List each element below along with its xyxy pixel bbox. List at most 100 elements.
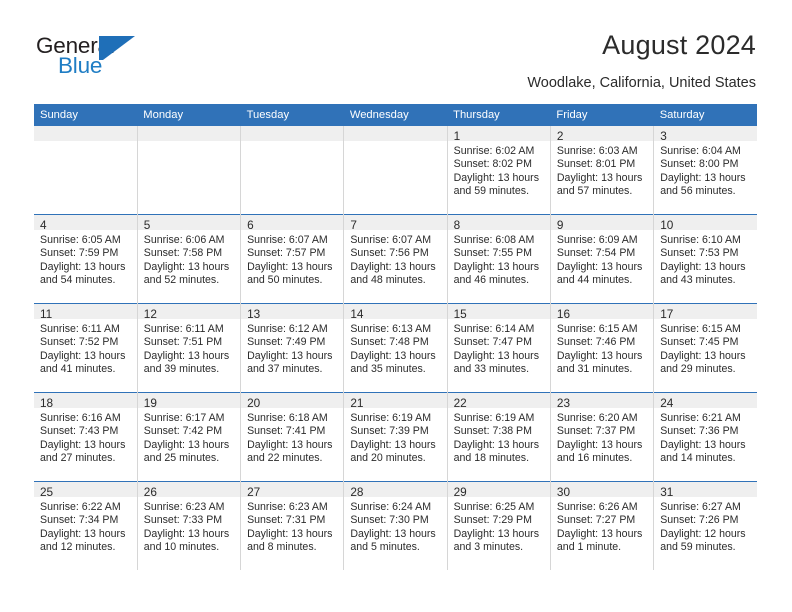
calendar-day-cell[interactable]: 11 Sunrise: 6:11 AM Sunset: 7:52 PM Dayligh… xyxy=(34,303,138,393)
day-details: Sunrise: 6:15 AM Sunset: 7:45 PM Daylight:… xyxy=(654,319,757,377)
day-details: Sunrise: 6:16 AM Sunset: 7:43 PM Daylight:… xyxy=(34,408,137,466)
day-number: 22 xyxy=(447,393,550,410)
day-details: Sunrise: 6:25 AM Sunset: 7:29 PM Daylight:… xyxy=(448,497,550,555)
calendar-day-cell[interactable]: 1 Sunrise: 6:02 AM Sunset: 8:02 PM Daylight… xyxy=(446,126,551,215)
calendar-day-cell[interactable]: 2 Sunrise: 6:03 AM Sunset: 8:01 PM Daylight… xyxy=(549,126,654,215)
day-number: 1 xyxy=(447,126,550,143)
calendar-day-cell[interactable]: 27 Sunrise: 6:23 AM Sunset: 7:31 PM Dayligh… xyxy=(240,481,344,570)
day-details: Sunrise: 6:12 AM Sunset: 7:49 PM Daylight:… xyxy=(241,319,343,377)
page-header: General Blue August 2024 Woodlake, Calif… xyxy=(0,0,792,100)
calendar-week-row: 1 Sunrise: 6:02 AM Sunset: 8:02 PM Daylight… xyxy=(34,126,757,215)
calendar-day-cell[interactable]: 15 Sunrise: 6:14 AM Sunset: 7:47 PM Dayligh… xyxy=(446,303,551,393)
day-details: Sunrise: 6:07 AM Sunset: 7:56 PM Daylight:… xyxy=(344,230,446,288)
day-number: 14 xyxy=(344,304,447,321)
day-number: 24 xyxy=(654,393,757,410)
sunrise-text: Sunrise: 6:15 AM xyxy=(556,323,638,335)
daylight-text-line2: and 20 minutes. xyxy=(350,452,426,465)
sunrise-text: Sunrise: 6:10 AM xyxy=(660,234,741,246)
daylight-text-line1: Daylight: 13 hours xyxy=(556,527,643,540)
calendar-day-cell[interactable]: 7 Sunrise: 6:07 AM Sunset: 7:56 PM Daylight… xyxy=(343,214,448,304)
calendar-day-cell[interactable]: 10 Sunrise: 6:10 AM Sunset: 7:53 PM Dayligh… xyxy=(653,214,757,304)
calendar-day-cell[interactable]: 16 Sunrise: 6:15 AM Sunset: 7:46 PM Dayligh… xyxy=(549,303,654,393)
sunrise-text: Sunrise: 6:11 AM xyxy=(40,323,120,335)
daylight-text-line1: Daylight: 13 hours xyxy=(350,438,436,451)
calendar-day-cell[interactable]: 4 Sunrise: 6:05 AM Sunset: 7:59 PM Daylight… xyxy=(34,214,138,304)
weekday-header-tuesday: Tuesday xyxy=(240,104,344,126)
sunset-text: Sunset: 7:42 PM xyxy=(143,425,223,438)
daylight-text-line1: Daylight: 12 hours xyxy=(660,527,746,540)
daylight-text-line2: and 25 minutes. xyxy=(143,452,220,465)
weekday-header-saturday: Saturday xyxy=(653,104,757,126)
sunrise-text: Sunrise: 6:08 AM xyxy=(453,234,535,246)
day-details: Sunrise: 6:11 AM Sunset: 7:51 PM Daylight:… xyxy=(138,319,240,377)
daylight-text-line2: and 57 minutes. xyxy=(556,185,633,198)
daylight-text-line1: Daylight: 13 hours xyxy=(660,260,746,273)
calendar-day-cell[interactable]: 21 Sunrise: 6:19 AM Sunset: 7:39 PM Dayligh… xyxy=(343,392,448,482)
daylight-text-line2: and 29 minutes. xyxy=(660,363,736,376)
calendar-day-cell[interactable]: 6 Sunrise: 6:07 AM Sunset: 7:57 PM Daylight… xyxy=(240,214,344,304)
calendar-day-cell[interactable]: 29 Sunrise: 6:25 AM Sunset: 7:29 PM Dayligh… xyxy=(446,481,551,570)
calendar-week-row: 18 Sunrise: 6:16 AM Sunset: 7:43 PM Dayligh… xyxy=(34,392,757,482)
sunset-text: Sunset: 8:00 PM xyxy=(660,158,739,171)
calendar-day-cell[interactable]: 20 Sunrise: 6:18 AM Sunset: 7:41 PM Dayligh… xyxy=(240,392,344,482)
day-number xyxy=(241,126,344,141)
day-number: 9 xyxy=(550,215,654,232)
daylight-text-line1: Daylight: 13 hours xyxy=(350,349,436,362)
sunset-text: Sunset: 7:51 PM xyxy=(143,336,223,349)
sunset-text: Sunset: 7:41 PM xyxy=(247,425,326,438)
day-number: 10 xyxy=(654,215,757,232)
calendar-day-cell[interactable]: 9 Sunrise: 6:09 AM Sunset: 7:54 PM Daylight… xyxy=(549,214,654,304)
sunset-text: Sunset: 7:49 PM xyxy=(247,336,326,349)
daylight-text-line1: Daylight: 13 hours xyxy=(453,260,540,273)
calendar-day-cell[interactable]: 23 Sunrise: 6:20 AM Sunset: 7:37 PM Dayligh… xyxy=(549,392,654,482)
daylight-text-line2: and 14 minutes. xyxy=(660,452,736,465)
sunrise-text: Sunrise: 6:12 AM xyxy=(247,323,328,335)
location-subtitle: Woodlake, California, United States xyxy=(527,75,756,91)
day-details: Sunrise: 6:19 AM Sunset: 7:38 PM Daylight:… xyxy=(448,408,550,466)
daylight-text-line1: Daylight: 13 hours xyxy=(660,349,746,362)
calendar-day-cell[interactable]: 25 Sunrise: 6:22 AM Sunset: 7:34 PM Dayligh… xyxy=(34,481,138,570)
calendar-day-cell[interactable]: 24 Sunrise: 6:21 AM Sunset: 7:36 PM Dayligh… xyxy=(653,392,757,482)
day-details: Sunrise: 6:13 AM Sunset: 7:48 PM Daylight:… xyxy=(344,319,446,377)
calendar-day-cell[interactable]: 8 Sunrise: 6:08 AM Sunset: 7:55 PM Daylight… xyxy=(446,214,551,304)
calendar-day-cell[interactable]: 18 Sunrise: 6:16 AM Sunset: 7:43 PM Dayligh… xyxy=(34,392,138,482)
day-number: 25 xyxy=(34,482,137,499)
day-details: Sunrise: 6:17 AM Sunset: 7:42 PM Daylight:… xyxy=(138,408,240,466)
calendar-day-cell[interactable]: 31 Sunrise: 6:27 AM Sunset: 7:26 PM Dayligh… xyxy=(653,481,757,570)
brand-logo[interactable]: General Blue xyxy=(36,33,216,81)
calendar-day-cell-empty xyxy=(34,126,138,215)
sunset-text: Sunset: 7:54 PM xyxy=(556,247,636,260)
calendar-day-cell[interactable]: 22 Sunrise: 6:19 AM Sunset: 7:38 PM Dayligh… xyxy=(446,392,551,482)
daylight-text-line1: Daylight: 13 hours xyxy=(453,527,540,540)
daylight-text-line1: Daylight: 13 hours xyxy=(350,260,436,273)
sunrise-text: Sunrise: 6:14 AM xyxy=(453,323,535,335)
sunrise-text: Sunrise: 6:23 AM xyxy=(247,501,328,513)
daylight-text-line2: and 8 minutes. xyxy=(247,541,317,554)
daylight-text-line1: Daylight: 13 hours xyxy=(453,171,540,184)
calendar-day-cell[interactable]: 30 Sunrise: 6:26 AM Sunset: 7:27 PM Dayligh… xyxy=(549,481,654,570)
daylight-text-line2: and 35 minutes. xyxy=(350,363,426,376)
daylight-text-line2: and 22 minutes. xyxy=(247,452,323,465)
calendar-day-cell[interactable]: 17 Sunrise: 6:15 AM Sunset: 7:45 PM Dayligh… xyxy=(653,303,757,393)
calendar-day-cell[interactable]: 19 Sunrise: 6:17 AM Sunset: 7:42 PM Dayligh… xyxy=(136,392,241,482)
calendar-day-cell[interactable]: 3 Sunrise: 6:04 AM Sunset: 8:00 PM Daylight… xyxy=(653,126,757,215)
calendar-day-cell[interactable]: 26 Sunrise: 6:23 AM Sunset: 7:33 PM Dayligh… xyxy=(136,481,241,570)
calendar-day-cell-empty xyxy=(136,126,241,215)
calendar-day-cell[interactable]: 12 Sunrise: 6:11 AM Sunset: 7:51 PM Dayligh… xyxy=(136,303,241,393)
sunset-text: Sunset: 7:33 PM xyxy=(143,514,223,527)
daylight-text-line1: Daylight: 13 hours xyxy=(453,438,540,451)
daylight-text-line2: and 43 minutes. xyxy=(660,274,736,287)
calendar-day-cell[interactable]: 14 Sunrise: 6:13 AM Sunset: 7:48 PM Dayligh… xyxy=(343,303,448,393)
calendar-day-cell[interactable]: 13 Sunrise: 6:12 AM Sunset: 7:49 PM Dayligh… xyxy=(240,303,344,393)
calendar-day-cell[interactable]: 5 Sunrise: 6:06 AM Sunset: 7:58 PM Daylight… xyxy=(136,214,241,304)
sunrise-text: Sunrise: 6:27 AM xyxy=(660,501,741,513)
sunset-text: Sunset: 7:31 PM xyxy=(247,514,326,527)
page-title: August 2024 xyxy=(602,30,756,60)
calendar-day-cell[interactable]: 28 Sunrise: 6:24 AM Sunset: 7:30 PM Dayligh… xyxy=(343,481,448,570)
day-number: 17 xyxy=(654,304,757,321)
day-number: 11 xyxy=(34,304,137,321)
daylight-text-line1: Daylight: 13 hours xyxy=(660,171,746,184)
day-details: Sunrise: 6:15 AM Sunset: 7:46 PM Daylight:… xyxy=(551,319,653,377)
sunrise-text: Sunrise: 6:07 AM xyxy=(247,234,328,246)
sunrise-text: Sunrise: 6:16 AM xyxy=(40,412,121,424)
